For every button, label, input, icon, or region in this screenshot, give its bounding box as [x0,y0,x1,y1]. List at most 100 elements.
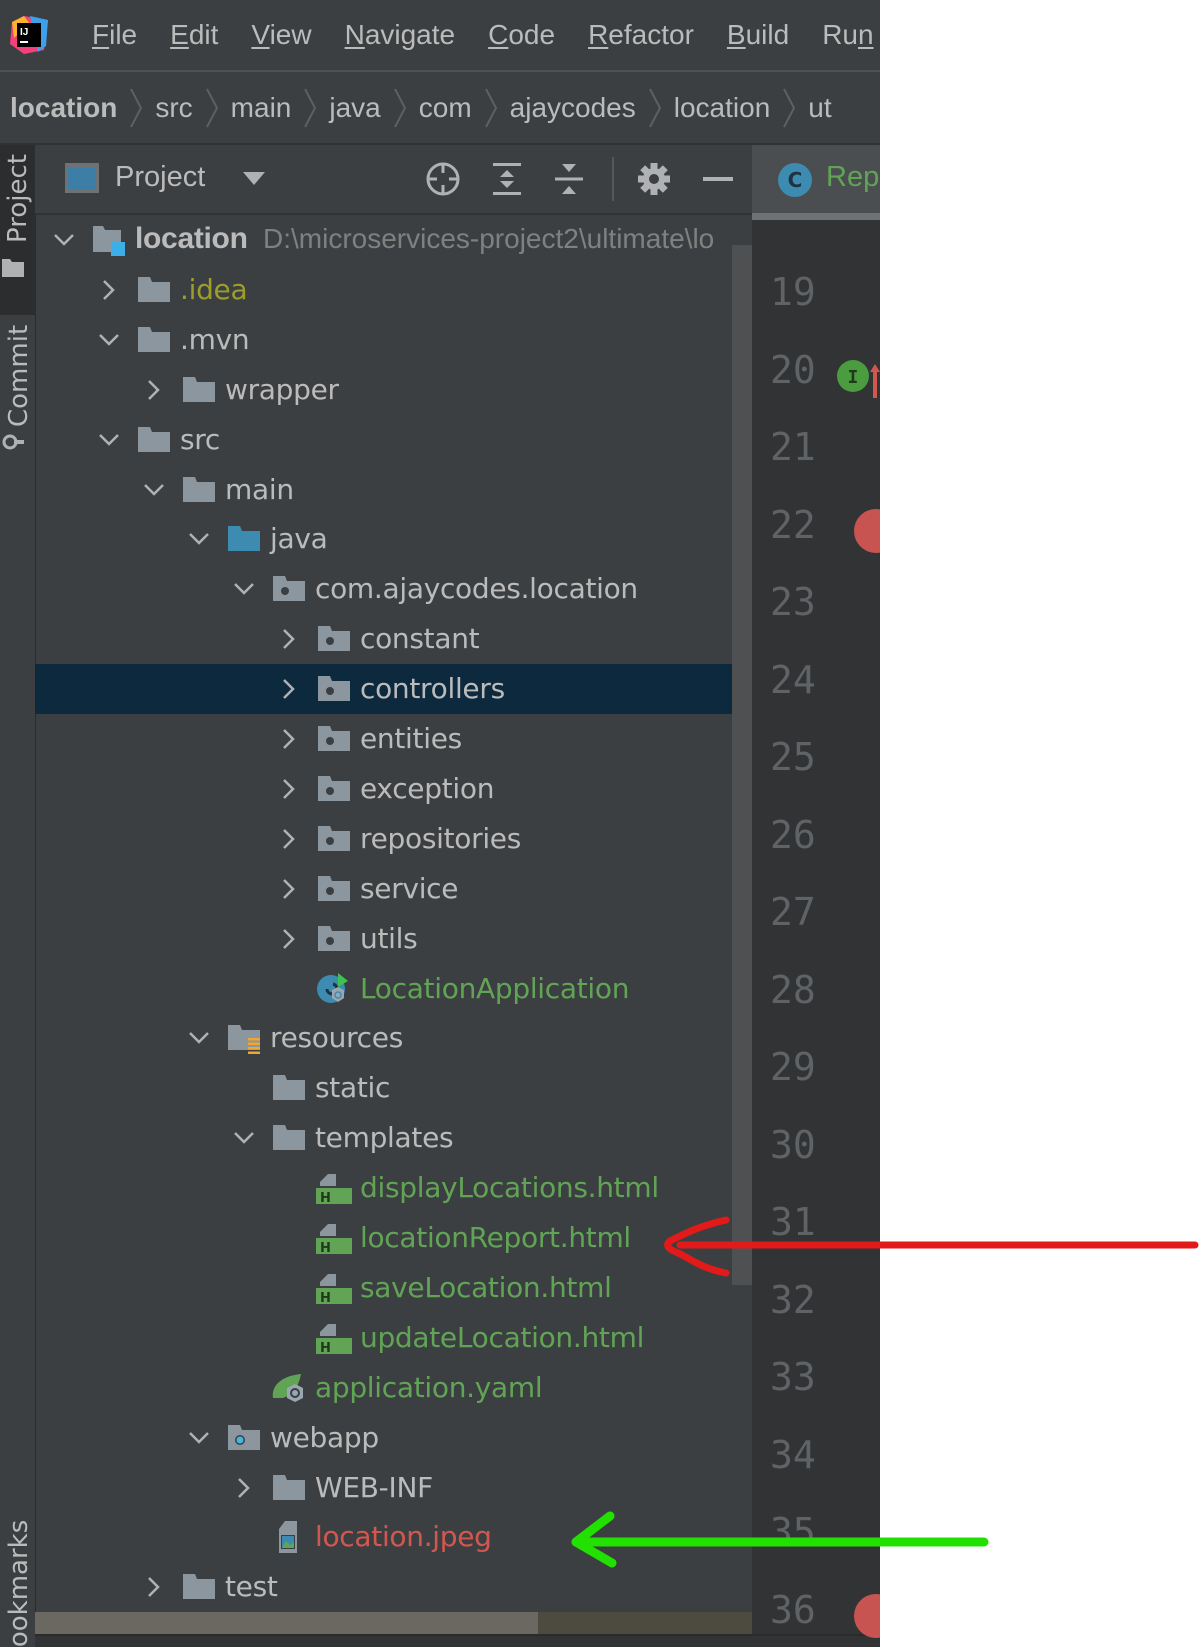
package-icon [316,773,352,805]
tree-item-label: test [225,1570,278,1604]
tree-item-templates[interactable]: templates [35,1113,752,1163]
tree-item-constant[interactable]: constant [35,614,752,664]
tree-item-main[interactable]: main [35,465,752,515]
breadcrumb-item[interactable]: location [0,92,117,124]
tree-item-idea[interactable]: .idea [35,265,752,315]
tree-item-displaylocations-html[interactable]: HdisplayLocations.html [35,1163,752,1213]
breadcrumb-item[interactable]: java [317,92,380,124]
tree-item-java[interactable]: java [35,514,752,564]
tree-item-webapp[interactable]: webapp [35,1413,752,1463]
breadcrumb-item[interactable]: main [219,92,292,124]
tree-item-src[interactable]: src [35,415,752,465]
editor-tab[interactable]: C Rep [752,145,880,220]
breakpoint-icon[interactable] [854,508,880,558]
chevron-right-icon[interactable] [277,877,301,901]
line-number: 30 [770,1122,816,1167]
collapse-all-icon[interactable] [551,161,587,197]
chevron-down-icon[interactable] [243,172,265,185]
tree-item-test[interactable]: test [35,1562,752,1612]
breadcrumb-separator-icon [783,88,796,127]
tree-item-controllers[interactable]: controllers [35,664,752,715]
chevron-down-icon[interactable] [187,1026,211,1050]
chevron-down-icon[interactable] [232,577,256,601]
tree-horizontal-scrollbar-thumb[interactable] [35,1612,538,1634]
tree-item-exception[interactable]: exception [35,764,752,814]
menu-item[interactable]: Build [727,19,789,51]
project-view-selector[interactable]: Project [115,161,205,194]
chevron-right-icon[interactable] [277,777,301,801]
chevron-down-icon[interactable] [97,428,121,452]
chevron-down-icon[interactable] [187,527,211,551]
expand-all-icon[interactable] [489,161,525,197]
chevron-down-icon[interactable] [187,1426,211,1450]
chevron-right-icon[interactable] [142,378,166,402]
chevron-right-icon[interactable] [232,1476,256,1500]
folder-icon [181,1571,217,1603]
chevron-right-icon[interactable] [277,827,301,851]
chevron-down-icon[interactable] [52,228,76,252]
module-path: D:\microservices-project2\ultimate\lo [263,223,715,254]
chevron-right-icon[interactable] [97,278,121,302]
tree-item-utils[interactable]: utils [35,914,752,964]
svg-text:H: H [320,1241,331,1254]
breadcrumb-item[interactable]: com [407,92,472,124]
svg-text:H: H [320,1341,331,1354]
chevron-right-icon[interactable] [277,927,301,951]
stripe-tab-project[interactable]: Project [0,145,35,315]
tree-vertical-scrollbar[interactable] [732,245,752,1285]
breakpoint-icon[interactable] [854,1593,880,1643]
stripe-tab-commit[interactable]: Commit [0,325,35,465]
tree-item-updatelocation-html[interactable]: HupdateLocation.html [35,1313,752,1363]
resources-folder-icon [226,1022,262,1055]
tree-item-location[interactable]: location D:\microservices-project2\ultima… [35,215,752,265]
chevron-right-icon[interactable] [277,677,301,701]
tree-item-repositories[interactable]: repositories [35,814,752,864]
menu-item[interactable]: Code [488,19,555,51]
menu-mnemonic: n [857,19,874,50]
menu-item[interactable]: File [92,19,137,51]
menu-item[interactable]: Run [822,19,873,51]
tree-item-application-yaml[interactable]: application.yaml [35,1363,752,1413]
menu-item[interactable]: Navigate [345,19,456,51]
tree-item-label: static [315,1071,391,1105]
chevron-down-icon[interactable] [232,1126,256,1150]
tree-item-static[interactable]: static [35,1063,752,1113]
tree-item-locationreport-html[interactable]: HlocationReport.html [35,1213,752,1263]
menu-item[interactable]: View [251,19,311,51]
hide-panel-icon[interactable] [700,161,736,197]
breadcrumb-item[interactable]: ut [796,92,831,124]
tree-item-entities[interactable]: entities [35,714,752,764]
tree-item-resources[interactable]: resources [35,1013,752,1063]
svg-text:IJ: IJ [20,27,28,38]
settings-gear-icon[interactable] [636,161,672,197]
tree-item-label: controllers [360,672,505,706]
implements-icon[interactable]: I [837,358,880,403]
chevron-right-icon[interactable] [277,727,301,751]
chevron-right-icon[interactable] [142,1575,166,1599]
breadcrumb-item[interactable]: src [143,92,192,124]
line-number: 22 [770,502,816,547]
tree-item-wrapper[interactable]: wrapper [35,365,752,415]
chevron-down-icon[interactable] [97,328,121,352]
menu-item[interactable]: Refactor [588,19,694,51]
breadcrumb-item[interactable]: ajaycodes [498,92,636,124]
tree-item-label: locationReport.html [360,1221,631,1254]
package-icon [316,873,352,905]
chevron-down-icon[interactable] [142,478,166,502]
tree-item-locationapplication[interactable]: LocationApplication [35,964,752,1014]
menu-item[interactable]: Edit [170,19,218,51]
breadcrumb-separator-icon [648,88,661,127]
chevron-right-icon[interactable] [277,627,301,651]
stripe-tab-bookmarks[interactable]: Bookmarks [0,1520,35,1647]
locate-icon[interactable] [425,161,461,197]
breadcrumb-item[interactable]: location [662,92,771,124]
tree-item-label: application.yaml [315,1370,543,1404]
tree-item-service[interactable]: service [35,864,752,914]
tree-item-com-ajaycodes-location[interactable]: com.ajaycodes.location [35,564,752,614]
package-icon [316,923,352,955]
package-icon [316,623,352,655]
tree-item-mvn[interactable]: .mvn [35,315,752,365]
tree-item-web-inf[interactable]: WEB-INF [35,1463,752,1513]
tree-item-location-jpeg[interactable]: location.jpeg [35,1512,752,1562]
tree-item-savelocation-html[interactable]: HsaveLocation.html [35,1263,752,1313]
